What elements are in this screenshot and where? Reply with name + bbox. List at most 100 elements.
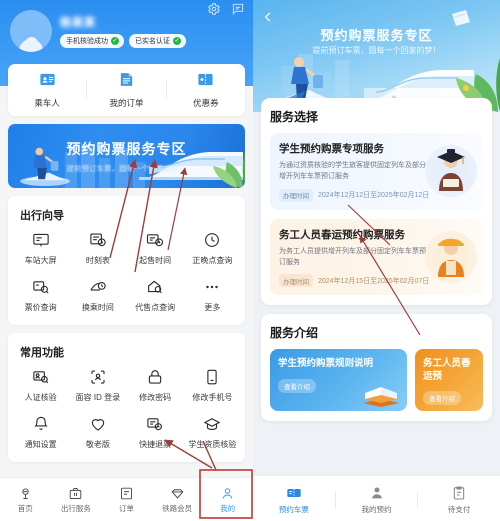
guide-item-label: 更多 <box>204 303 221 312</box>
func-item-notification[interactable]: 通知设置 <box>12 415 69 450</box>
service-selection-title: 服务选择 <box>270 110 319 124</box>
right-panel-reservation-page: 预约购票服务专区 提前预订车票，圆每一个回家的梦！ 服务选择 学生预约购票专项服… <box>253 0 500 521</box>
view-intro-button[interactable]: 查看介绍 <box>423 391 461 406</box>
nav-item-my[interactable]: 我的 <box>202 486 253 514</box>
nav-item-travel-service[interactable]: 出行服务 <box>51 486 102 514</box>
func-item-label: 敬老版 <box>85 440 110 449</box>
func-item-face-id[interactable]: 面容 ID 登录 <box>69 368 126 403</box>
screen-icon <box>32 233 49 247</box>
intro-card-worker-rules[interactable]: 务工人员春运预 查看介绍 <box>415 349 483 412</box>
profile-row[interactable]: 杨某某 手机核验成功 ✓ 已实名认证 ✓ <box>10 10 243 52</box>
id-verify-icon <box>32 371 48 384</box>
func-item-change-password[interactable]: 修改密码 <box>127 368 184 403</box>
rnav-label: 预约车票 <box>278 505 309 514</box>
rnav-label: 我的预约 <box>361 505 392 514</box>
service-intro-title: 服务介绍 <box>270 326 319 341</box>
func-item-quick-refund[interactable]: 快捷退票 <box>127 415 184 450</box>
quick-action-coupon[interactable]: 优惠券 <box>167 71 245 109</box>
guide-item-punctuality[interactable]: 正晚点查询 <box>184 231 241 266</box>
guide-item-label: 票价查询 <box>24 303 57 312</box>
home-rail-icon <box>22 487 29 499</box>
service-time-label: 办理时间 <box>279 188 313 202</box>
bell-icon <box>34 416 48 430</box>
banner-title: 预约购票服务专区 <box>66 140 187 157</box>
realname-verified-label: 已实名认证 <box>135 38 170 45</box>
right-bottom-nav: 预约车票 我的预约 待支付 <box>253 475 500 521</box>
username-label: 杨某某 <box>60 17 96 29</box>
guide-item-label: 起售时间 <box>139 256 172 265</box>
guide-item-timetable[interactable]: 时刻表 <box>69 231 126 266</box>
guide-item-agency[interactable]: 代售点查询 <box>127 278 184 313</box>
nav-item-home[interactable]: 首页 <box>0 486 51 514</box>
nav-label: 订单 <box>118 503 134 513</box>
travel-guide-title: 出行向导 <box>20 210 64 222</box>
app-root: 杨某某 手机核验成功 ✓ 已实名认证 ✓ 乘车人 我的订单 优惠券 预约购票服务… <box>0 0 500 521</box>
phone-verified-label: 手机核验成功 <box>66 38 108 45</box>
nav-item-railway-member[interactable]: 铁路会员 <box>152 486 203 514</box>
guide-item-station-screen[interactable]: 车站大屏 <box>12 231 69 266</box>
service-card-student[interactable]: 学生预约购票专项服务 为通过资质核验的学生旅客提供固定列车及部分增开列车车票预订… <box>270 133 483 210</box>
timetable-icon <box>90 233 106 247</box>
sale-time-icon <box>147 234 164 247</box>
intro-card-student-rules[interactable]: 学生预约购票规则说明 查看介绍 <box>270 349 407 412</box>
func-item-label: 快捷退票 <box>139 440 172 449</box>
status-badge-realname: 已实名认证 ✓ <box>129 34 186 48</box>
clock-icon <box>205 233 220 247</box>
diamond-icon <box>171 488 184 499</box>
face-id-icon <box>91 370 105 384</box>
foliage-illustration <box>213 152 245 188</box>
reservation-banner[interactable]: 预约购票服务专区 提前预订车票，圆每一个回家的梦！ <box>8 124 245 188</box>
func-item-label: 面容 ID 登录 <box>75 393 121 402</box>
service-desc: 为务工人员提供增开列车及部分固定列车车票预订服务 <box>279 247 426 266</box>
graduation-cap-icon <box>204 418 221 431</box>
check-icon: ✓ <box>111 37 119 45</box>
coupon-icon <box>197 71 214 93</box>
nav-label: 首页 <box>17 503 33 513</box>
quick-actions-card: 乘车人 我的订单 优惠券 <box>8 64 245 116</box>
reservation-hero: 预约购票服务专区 提前预订车票，圆每一个回家的梦！ <box>253 0 500 112</box>
quick-action-label: 我的订单 <box>109 98 144 108</box>
check-icon: ✓ <box>173 37 181 45</box>
worker-icon <box>425 231 477 284</box>
quick-action-passenger[interactable]: 乘车人 <box>8 71 86 109</box>
func-item-id-verify[interactable]: 人证核验 <box>12 368 69 403</box>
avatar[interactable] <box>10 10 52 52</box>
user-icon <box>222 487 233 499</box>
guide-item-transfer-time[interactable]: 换乘时间 <box>69 278 126 313</box>
guide-item-fare[interactable]: 票价查询 <box>12 278 69 313</box>
func-item-label: 学生资质核验 <box>188 440 237 449</box>
service-intro-card: 服务介绍 学生预约购票规则说明 查看介绍 务工人员春运预 查看介绍 <box>261 314 492 422</box>
rnav-item-reserve-ticket[interactable]: 预约车票 <box>253 485 335 515</box>
rnav-item-pending-payment[interactable]: 待支付 <box>418 485 500 515</box>
func-item-student-verify[interactable]: 学生资质核验 <box>184 415 241 450</box>
guide-item-label: 代售点查询 <box>135 303 176 312</box>
guide-item-label: 正晚点查询 <box>192 256 233 265</box>
chevron-left-icon[interactable] <box>261 10 275 29</box>
view-intro-button[interactable]: 查看介绍 <box>278 378 316 393</box>
student-graduate-icon <box>425 145 477 198</box>
func-item-change-phone[interactable]: 修改手机号 <box>184 368 241 403</box>
service-time-label: 办理时间 <box>279 274 313 288</box>
nav-item-orders[interactable]: 订单 <box>101 486 152 514</box>
person-icon <box>371 487 382 499</box>
intro-card-title: 学生预约购票规则说明 <box>278 358 374 370</box>
nav-label: 出行服务 <box>60 503 91 513</box>
func-item-elder-mode[interactable]: 敬老版 <box>69 415 126 450</box>
rnav-item-my-reservation[interactable]: 我的预约 <box>336 485 418 515</box>
rnav-label: 待支付 <box>447 505 471 514</box>
guide-item-more[interactable]: 更多 <box>184 278 241 313</box>
service-intro-row: 学生预约购票规则说明 查看介绍 务工人员春运预 查看介绍 <box>270 349 483 412</box>
clipboard-icon <box>453 486 465 500</box>
guide-item-sale-time[interactable]: 起售时间 <box>127 231 184 266</box>
left-panel-my-page: 杨某某 手机核验成功 ✓ 已实名认证 ✓ 乘车人 我的订单 优惠券 预约购票服务… <box>0 0 253 521</box>
service-card-worker[interactable]: 务工人员春运预约购票服务 为务工人员提供增开列车及部分固定列车车票预订服务 办理… <box>270 218 483 296</box>
func-item-label: 修改手机号 <box>192 393 233 402</box>
common-functions-grid: 人证核验 面容 ID 登录 修改密码 修改手机号 通知设置 敬老版 快捷退票 学… <box>8 368 245 462</box>
phone-icon <box>207 369 218 385</box>
quick-action-my-order[interactable]: 我的订单 <box>87 71 165 109</box>
quick-action-label: 优惠券 <box>193 98 219 108</box>
func-item-label: 人证核验 <box>24 393 57 402</box>
status-badge-phone: 手机核验成功 ✓ <box>60 34 124 48</box>
fare-search-icon <box>32 281 49 294</box>
service-selection-card: 服务选择 学生预约购票专项服务 为通过资质核验的学生旅客提供固定列车及部分增开列… <box>261 98 492 306</box>
